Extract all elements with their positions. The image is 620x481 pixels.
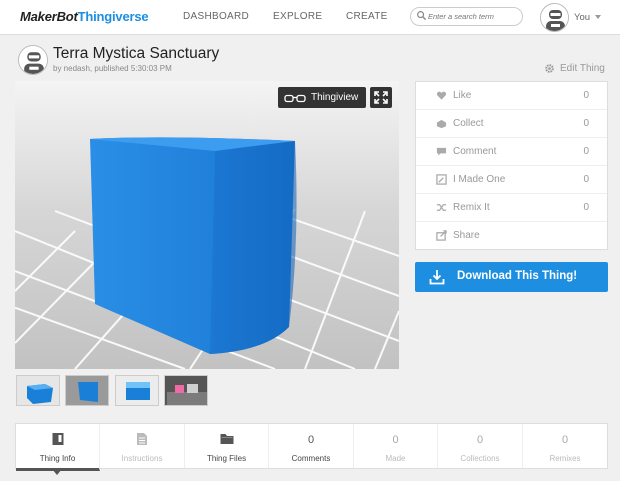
user-avatar[interactable] [540,3,569,32]
makerbot-thingiverse-logo[interactable]: MakerBotThingiverse [20,9,149,24]
collect-count: 0 [583,118,589,129]
model-viewer[interactable]: Thingiview [15,81,399,369]
thing-tabs: Thing Info Instructions Thing Files 0 Co… [15,423,608,471]
top-navbar: MakerBotThingiverse DASHBOARD EXPLORE CR… [0,0,620,35]
made-icon [436,174,447,185]
expand-icon [374,91,388,104]
download-label: Download This Thing! [457,270,578,282]
tab-label: Remixes [549,454,581,463]
tab-made[interactable]: 0 Made [354,424,438,468]
tab-label: Instructions [121,454,163,463]
download-button[interactable]: Download This Thing! [415,262,608,292]
remix-it-button[interactable]: Remix It 0 [416,194,607,222]
thumbnail-3[interactable] [115,375,159,406]
nav-create[interactable]: CREATE [346,11,388,22]
logo-makerbot: MakerBot [20,9,78,24]
share-button[interactable]: Share [416,222,607,250]
edit-thing-label: Edit Thing [560,63,605,74]
share-icon [436,230,447,241]
i-made-one-count: 0 [583,174,589,185]
tab-comments[interactable]: 0 Comments [269,424,354,468]
user-menu-label[interactable]: You [574,12,590,23]
model-render [15,81,399,369]
tab-count: 0 [476,434,484,446]
info-icon [52,433,63,445]
document-icon [137,433,147,445]
comment-icon [436,147,447,156]
tab-instructions[interactable]: Instructions [100,424,185,468]
active-tab-pointer [52,469,62,475]
collect-button[interactable]: Collect 0 [416,110,607,138]
tab-label: Collections [460,454,500,463]
comment-button[interactable]: Comment 0 [416,138,607,166]
tab-label: Comments [291,454,331,463]
download-icon [429,270,445,285]
shuffle-icon [436,204,447,211]
fullscreen-button[interactable] [370,87,392,108]
search-box [410,7,523,26]
thumbnail-2[interactable] [65,375,109,406]
search-icon[interactable] [416,10,427,21]
glasses-icon [284,94,306,103]
thingiview-label: Thingiview [311,92,359,103]
creator-avatar[interactable] [18,45,48,75]
thing-byline: by nedash, published 5:30:03 PM [53,64,172,73]
tab-thing-files[interactable]: Thing Files [185,424,269,468]
tab-remixes[interactable]: 0 Remixes [523,424,607,468]
thing-actions-panel: Like 0 Collect 0 Comment 0 I Made One 0 … [415,81,608,250]
thumbnail-image [66,376,108,405]
page-title: Terra Mystica Sanctuary [53,45,220,62]
tab-label: Thing Files [206,454,247,463]
thumbnail-image [17,376,59,405]
chevron-down-icon[interactable] [595,15,601,19]
tab-label: Thing Info [39,454,76,463]
remix-it-count: 0 [583,202,589,213]
folder-icon [220,434,233,444]
remix-it-label: Remix It [453,202,490,213]
like-label: Like [453,90,472,101]
i-made-one-button[interactable]: I Made One 0 [416,166,607,194]
tab-count: 0 [561,434,569,446]
search-input[interactable] [428,10,520,23]
thumbnail-image [116,376,158,405]
robot-avatar-icon [19,46,47,74]
heart-icon [436,91,447,100]
like-count: 0 [583,90,589,101]
collect-icon [436,119,447,129]
tab-count: 0 [307,434,315,446]
thumbnail-4[interactable] [164,375,208,406]
comment-label: Comment [453,146,497,157]
nav-dashboard[interactable]: DASHBOARD [183,11,249,22]
share-label: Share [453,230,480,241]
logo-thingiverse: Thingiverse [77,9,149,24]
comment-count: 0 [583,146,589,157]
tab-thing-info[interactable]: Thing Info [16,424,100,471]
tab-count: 0 [392,434,399,446]
thumbnail-image [165,376,207,405]
nav-explore[interactable]: EXPLORE [273,11,322,22]
i-made-one-label: I Made One [453,174,506,185]
robot-avatar-icon [541,4,568,31]
tab-collections[interactable]: 0 Collections [438,424,523,468]
like-button[interactable]: Like 0 [416,82,607,110]
tab-label: Made [385,454,406,463]
thumbnail-1[interactable] [16,375,60,406]
gear-icon [545,64,554,73]
thingiview-button[interactable]: Thingiview [278,87,366,108]
collect-label: Collect [453,118,484,129]
